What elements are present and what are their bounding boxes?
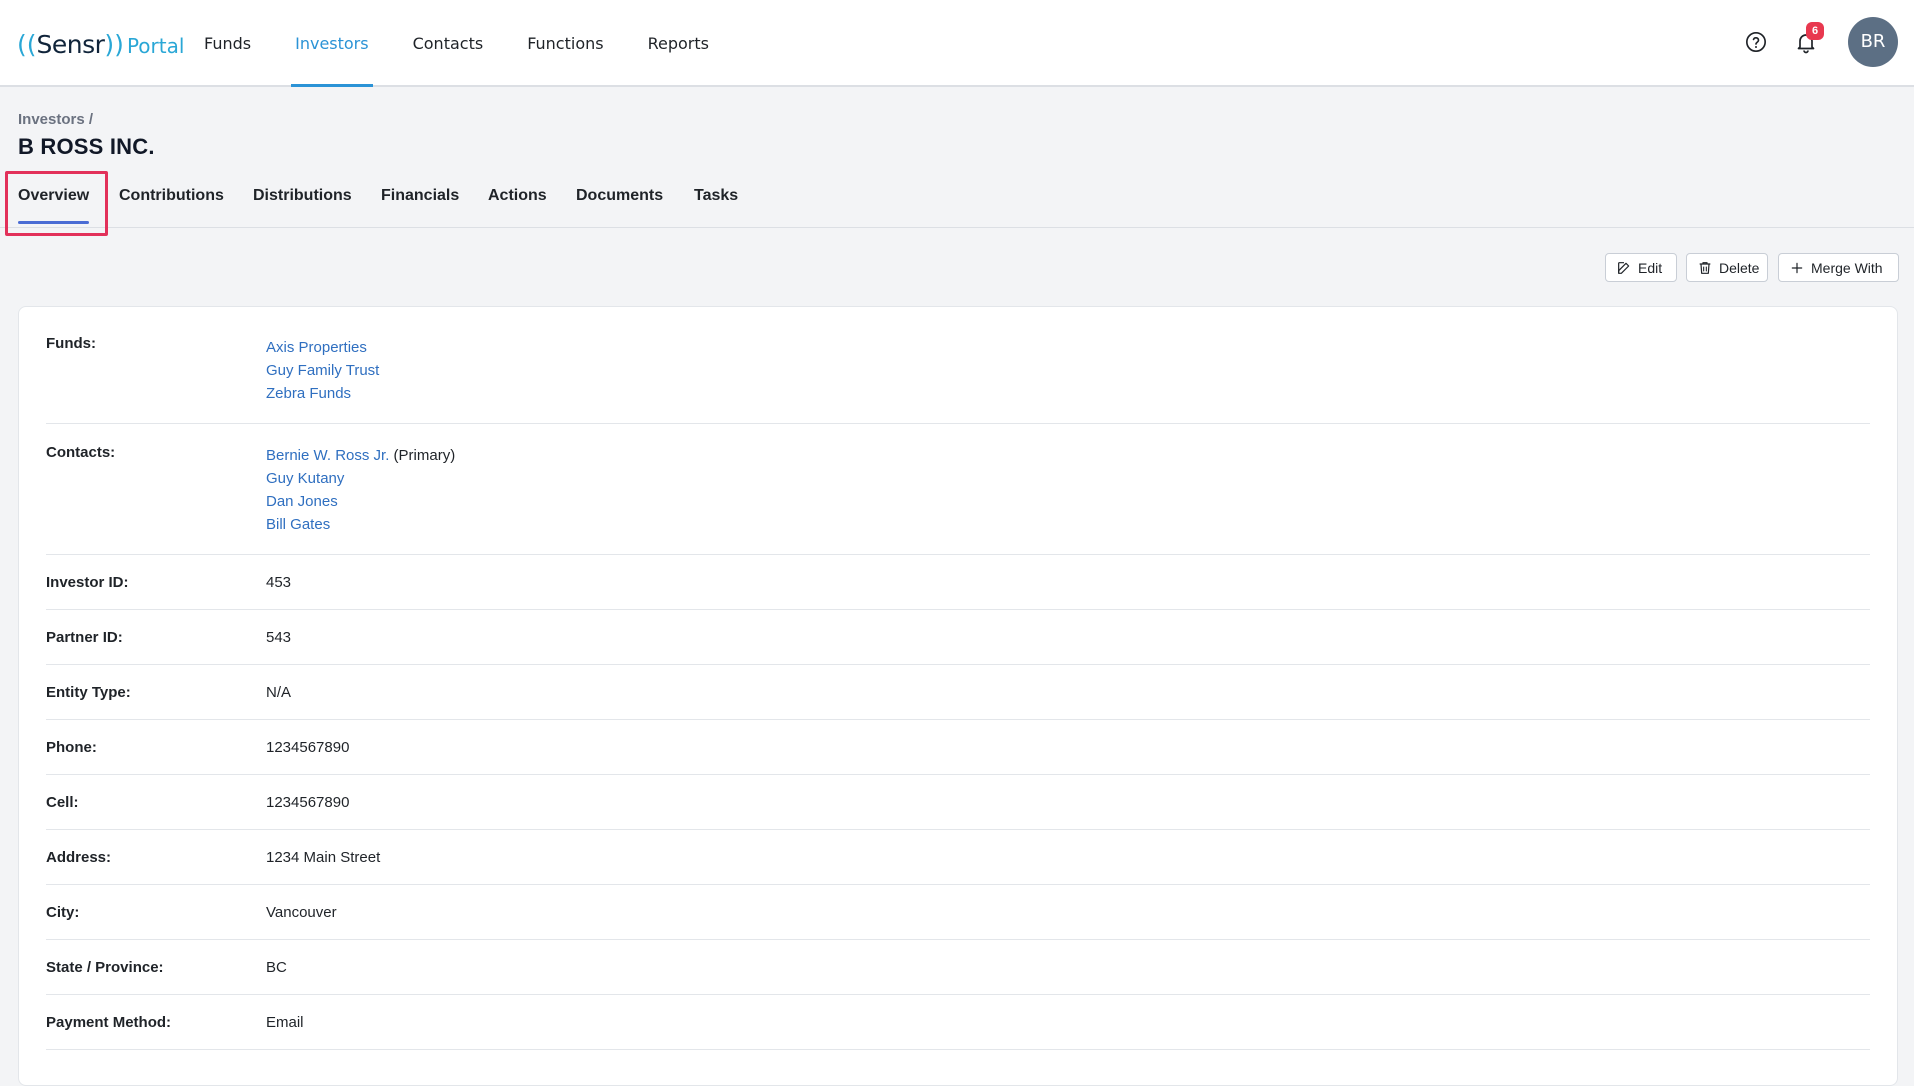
funds-row: Funds: Axis Properties Guy Family Trust … xyxy=(46,307,1870,424)
field-label: Phone: xyxy=(46,739,97,756)
field-value: N/A xyxy=(266,684,292,701)
tab-actions[interactable]: Actions xyxy=(488,172,547,227)
contact-link[interactable]: Bill Gates xyxy=(266,516,330,533)
page-title: B ROSS INC. xyxy=(18,134,155,159)
field-value: Vancouver xyxy=(266,904,337,921)
field-value: 1234567890 xyxy=(266,739,350,756)
field-label: Address: xyxy=(46,849,112,866)
funds-list: Axis Properties Guy Family Trust Zebra F… xyxy=(266,336,379,405)
tab-documents[interactable]: Documents xyxy=(576,172,663,227)
field-label: State / Province: xyxy=(46,959,164,976)
contact-link[interactable]: Dan Jones xyxy=(266,493,338,510)
edit-icon xyxy=(1618,261,1630,274)
funds-label: Funds: xyxy=(46,335,96,352)
field-value: 1234 Main Street xyxy=(266,849,381,866)
detail-row-investor-id: Investor ID: 453 xyxy=(46,555,1870,610)
detail-row-phone: Phone: 1234567890 xyxy=(46,720,1870,775)
fund-link[interactable]: Guy Family Trust xyxy=(266,359,379,382)
plus-icon xyxy=(1791,262,1803,273)
detail-row-city: City: Vancouver xyxy=(46,885,1870,940)
nav-reports[interactable]: Reports xyxy=(626,0,731,87)
field-value: BC xyxy=(266,959,287,976)
field-label: City: xyxy=(46,904,80,921)
tab-distributions[interactable]: Distributions xyxy=(253,172,352,227)
field-value: 453 xyxy=(266,574,292,591)
field-label: Entity Type: xyxy=(46,684,131,701)
fund-link[interactable]: Axis Properties xyxy=(266,336,379,359)
contact-link[interactable]: Bernie W. Ross Jr. xyxy=(266,447,389,464)
tab-overview[interactable]: Overview xyxy=(18,172,90,227)
user-avatar[interactable]: BR xyxy=(1848,17,1898,67)
detail-row-entity-type: Entity Type: N/A xyxy=(46,665,1870,720)
notification-count-badge[interactable]: 6 xyxy=(1806,22,1824,40)
edit-button-label: Edit xyxy=(1638,259,1663,276)
tab-contributions[interactable]: Contributions xyxy=(119,172,224,227)
field-label: Cell: xyxy=(46,794,79,811)
field-value: 1234567890 xyxy=(266,794,350,811)
edit-button[interactable]: Edit xyxy=(1605,253,1677,282)
investor-details-card: Funds: Axis Properties Guy Family Trust … xyxy=(18,306,1898,1086)
investor-tabs: Overview Contributions Distributions Fin… xyxy=(0,172,1914,228)
detail-row-state-province: State / Province: BC xyxy=(46,940,1870,995)
trash-icon xyxy=(1699,261,1711,274)
contacts-label: Contacts: xyxy=(46,444,116,461)
primary-note: (Primary) xyxy=(393,447,456,464)
merge-with-button[interactable]: Merge With xyxy=(1778,253,1899,282)
contacts-row: Contacts: Bernie W. Ross Jr. (Primary) G… xyxy=(46,424,1870,555)
field-label: Partner ID: xyxy=(46,629,123,646)
field-label: Investor ID: xyxy=(46,574,129,591)
sensr-portal-logo[interactable]: ((Sensr)) Portal xyxy=(17,27,184,61)
nav-contacts[interactable]: Contacts xyxy=(391,0,506,87)
help-icon[interactable] xyxy=(1745,31,1767,53)
nav-functions[interactable]: Functions xyxy=(505,0,625,87)
detail-row-address: Address: 1234 Main Street xyxy=(46,830,1870,885)
contacts-list: Bernie W. Ross Jr. (Primary) Guy Kutany … xyxy=(266,444,455,536)
nav-investors[interactable]: Investors xyxy=(273,0,390,87)
detail-row-payment-method: Payment Method: Email xyxy=(46,995,1870,1050)
delete-button[interactable]: Delete xyxy=(1686,253,1768,282)
detail-row-cell: Cell: 1234567890 xyxy=(46,775,1870,830)
tab-financials[interactable]: Financials xyxy=(381,172,459,227)
nav-funds[interactable]: Funds xyxy=(182,0,273,87)
contact-link[interactable]: Guy Kutany xyxy=(266,470,344,487)
tab-tasks[interactable]: Tasks xyxy=(694,172,738,227)
breadcrumb[interactable]: Investors / xyxy=(18,111,93,128)
field-value: 543 xyxy=(266,629,292,646)
field-value: Email xyxy=(266,1014,304,1031)
main-nav: Funds Investors Contacts Functions Repor… xyxy=(182,0,731,87)
top-navbar: ((Sensr)) Portal Funds Investors Contacts… xyxy=(0,0,1914,87)
fund-link[interactable]: Zebra Funds xyxy=(266,382,379,405)
merge-with-button-label: Merge With xyxy=(1811,259,1883,276)
field-label: Payment Method: xyxy=(46,1014,172,1031)
detail-row-partner-id: Partner ID: 543 xyxy=(46,610,1870,665)
delete-button-label: Delete xyxy=(1719,259,1760,276)
